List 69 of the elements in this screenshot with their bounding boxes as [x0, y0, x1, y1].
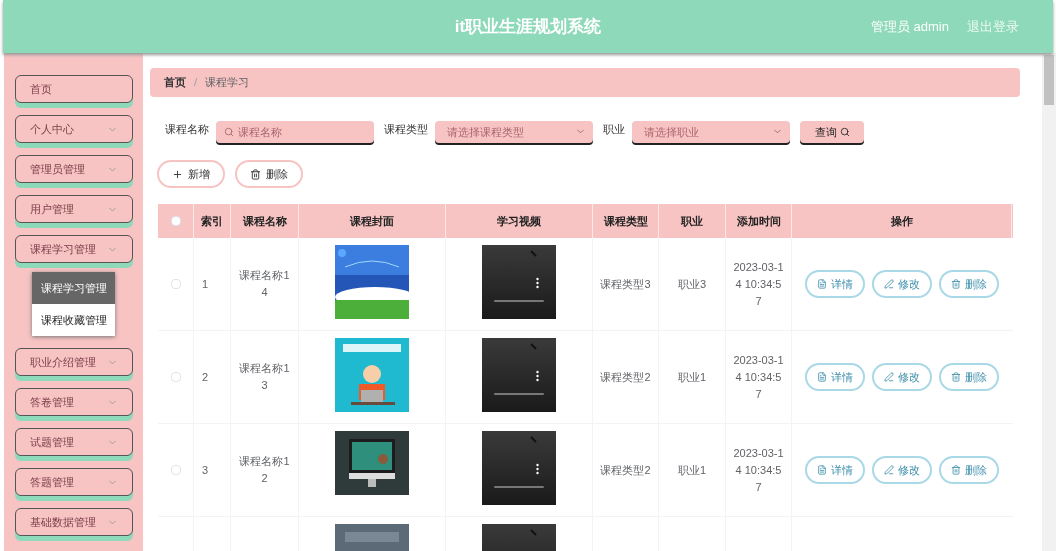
delete-button[interactable]: 删除	[939, 456, 999, 484]
search-field[interactable]: 课程名称	[216, 121, 374, 143]
table-cell-text: 1	[202, 276, 209, 292]
table-cell-text: 职业1	[677, 462, 707, 478]
field-label: 课程类型	[384, 121, 428, 137]
edit-button[interactable]: 修改	[872, 270, 932, 298]
table-cell-text: 2023-03-14 10:34:57	[733, 445, 784, 495]
pen-icon	[884, 279, 894, 289]
select-all-checkbox[interactable]	[170, 216, 181, 226]
edit-button[interactable]: 修改	[872, 456, 932, 484]
table-cell-text: 职业3	[677, 276, 707, 292]
table-cell-text: 课程类型3	[600, 276, 651, 292]
column-header: 添加时间	[736, 213, 781, 229]
user-name: 管理员 admin	[870, 17, 949, 36]
column-header: 职业	[681, 213, 703, 229]
delete-button[interactable]: 删除	[939, 363, 999, 391]
table-cell-text: 3	[202, 462, 209, 478]
video-player[interactable]	[482, 431, 556, 505]
app-title: it职业生涯规划系统	[454, 15, 602, 38]
pen-icon	[884, 372, 894, 382]
edit-button[interactable]: 修改	[872, 363, 932, 391]
search-icon	[224, 127, 234, 137]
table-cell-text: 课程类型2	[600, 369, 651, 385]
search-icon	[839, 127, 850, 137]
column-header: 操作	[890, 213, 913, 229]
table-cell-text: 2	[202, 369, 209, 385]
breadcrumb-separator: /	[194, 75, 198, 91]
trash-icon	[250, 168, 261, 180]
table-cell-text: 课程名称13	[239, 361, 290, 393]
field-label: 职业	[603, 121, 625, 137]
delete-button[interactable]: 删除	[235, 160, 303, 188]
trash-icon	[951, 279, 961, 289]
row-checkbox[interactable]	[170, 372, 181, 382]
column-header: 课程类型	[603, 213, 648, 229]
breadcrumb-link[interactable]: 课程学习	[205, 74, 250, 91]
delete-button[interactable]: 删除	[939, 270, 999, 298]
trash-icon	[951, 372, 961, 382]
table-cell-text: 课程名称14	[239, 268, 290, 300]
plus-icon	[172, 168, 183, 180]
trash-icon	[951, 465, 961, 475]
document-icon	[817, 279, 827, 289]
detail-button[interactable]: 详情	[805, 363, 865, 391]
field-label: 课程名称	[165, 121, 209, 137]
add-button[interactable]: 新增	[157, 160, 225, 188]
table-cell-text: 课程名称12	[239, 454, 290, 486]
breadcrumb-link[interactable]: 首页	[164, 74, 186, 91]
column-header: 课程封面	[350, 213, 394, 229]
submenu-item[interactable]: 课程收藏管理	[32, 304, 115, 336]
column-header: 课程名称	[242, 213, 287, 229]
submenu-item[interactable]: 课程学习管理	[32, 272, 115, 304]
row-checkbox[interactable]	[170, 279, 181, 289]
query-button[interactable]: 查询	[800, 121, 864, 143]
pen-icon	[884, 465, 894, 475]
row-checkbox[interactable]	[170, 465, 181, 475]
video-player[interactable]	[482, 338, 556, 412]
detail-button[interactable]: 详情	[805, 456, 865, 484]
document-icon	[817, 372, 827, 382]
table-cell-text: 2023-03-14 10:34:57	[733, 352, 784, 402]
table-cell-text: 2023-03-14 10:34:57	[733, 259, 784, 309]
column-header: 学习视频	[497, 213, 541, 229]
select-field[interactable]: 请选择职业	[632, 121, 790, 143]
detail-button[interactable]: 详情	[805, 270, 865, 298]
document-icon	[817, 465, 827, 475]
scrollbar-thumb[interactable]	[1044, 55, 1054, 105]
table-cell-text: 课程类型2	[600, 462, 651, 478]
column-header: 索引	[201, 213, 223, 229]
select-field[interactable]: 请选择课程类型	[435, 121, 593, 143]
video-player[interactable]	[482, 245, 556, 319]
table-cell-text: 职业1	[677, 369, 707, 385]
